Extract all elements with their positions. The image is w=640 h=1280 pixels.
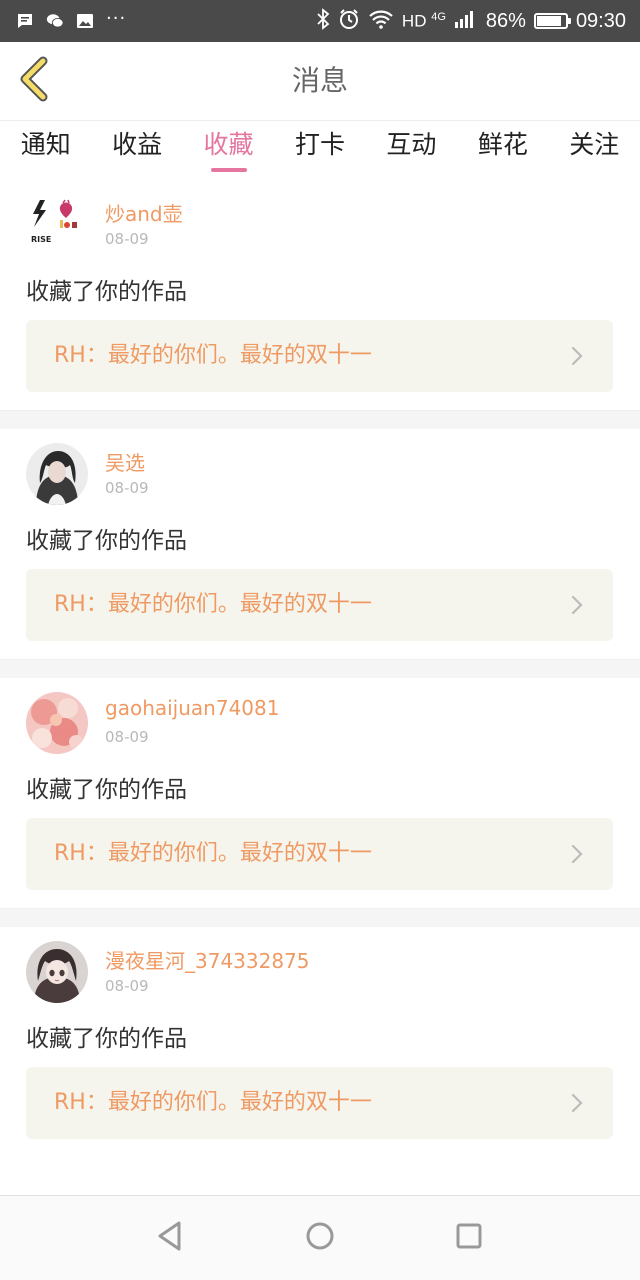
- header: 消息: [0, 42, 640, 121]
- message-date: 08-09: [105, 230, 149, 248]
- avatar[interactable]: RISE: [26, 194, 88, 256]
- work-title: RH：最好的你们。最好的双十一: [54, 592, 372, 617]
- system-navigation-bar: [0, 1195, 640, 1280]
- signal-icon: [454, 9, 478, 34]
- svg-text:RISE: RISE: [31, 235, 51, 244]
- circle-home-icon: [304, 1220, 336, 1256]
- battery-percent: 86%: [485, 9, 526, 32]
- work-link[interactable]: RH：最好的你们。最好的双十一: [26, 320, 613, 392]
- work-link[interactable]: RH：最好的你们。最好的双十一: [26, 569, 613, 641]
- chevron-right-icon: [567, 844, 587, 864]
- chevron-right-icon: [567, 1093, 587, 1113]
- more-notifications-indicator: ···: [106, 7, 127, 29]
- avatar[interactable]: [26, 941, 88, 1003]
- tab-5[interactable]: 鲜花: [457, 121, 548, 175]
- list-item[interactable]: gaohaijuan74081 08-09 收藏了你的作品 RH：最好的你们。最…: [0, 678, 640, 908]
- tab-bar: 通知 收益 收藏 打卡 互动 鲜花 关注: [0, 121, 640, 175]
- work-title: RH：最好的你们。最好的双十一: [54, 1090, 372, 1115]
- chevron-right-icon: [567, 346, 587, 366]
- message-notification-icon: [16, 12, 34, 30]
- triangle-back-icon: [155, 1220, 185, 1256]
- nav-home-button[interactable]: [300, 1218, 340, 1258]
- list-item[interactable]: 漫夜星河_374332875 08-09 收藏了你的作品 RH：最好的你们。最好…: [0, 927, 640, 1157]
- message-date: 08-09: [105, 479, 149, 497]
- wifi-icon: [368, 9, 394, 34]
- alarm-clock-icon: [338, 8, 360, 35]
- avatar[interactable]: [26, 443, 88, 505]
- battery-icon: [533, 13, 571, 29]
- avatar[interactable]: [26, 692, 88, 754]
- list-item[interactable]: RISE 炒and壶 08-09 收藏了你的作品 RH：最好的你们。最好的双十一: [0, 180, 640, 410]
- nav-back-button[interactable]: [150, 1218, 190, 1258]
- status-bar: ··· HD 4G 86% 09:30: [0, 0, 640, 42]
- tab-2[interactable]: 收藏: [183, 121, 274, 175]
- username[interactable]: 漫夜星河_374332875: [105, 945, 310, 974]
- message-date: 08-09: [105, 977, 149, 995]
- square-recent-icon: [454, 1221, 484, 1255]
- action-text: 收藏了你的作品: [26, 279, 187, 305]
- divider: [0, 659, 640, 678]
- tab-0[interactable]: 通知: [0, 121, 91, 175]
- network-type: HD 4G: [401, 10, 446, 31]
- username[interactable]: 炒and壶: [105, 198, 183, 227]
- clock: 09:30: [575, 9, 626, 32]
- chevron-right-icon: [567, 595, 587, 615]
- action-text: 收藏了你的作品: [26, 528, 187, 554]
- work-link[interactable]: RH：最好的你们。最好的双十一: [26, 1067, 613, 1139]
- action-text: 收藏了你的作品: [26, 777, 187, 803]
- wechat-icon: [46, 12, 64, 30]
- work-title: RH：最好的你们。最好的双十一: [54, 343, 372, 368]
- work-title: RH：最好的你们。最好的双十一: [54, 841, 372, 866]
- bluetooth-icon: [316, 7, 330, 35]
- tab-6[interactable]: 关注: [549, 121, 640, 175]
- username[interactable]: gaohaijuan74081: [105, 696, 279, 720]
- divider: [0, 908, 640, 927]
- tab-1[interactable]: 收益: [91, 121, 182, 175]
- tab-3[interactable]: 打卡: [274, 121, 365, 175]
- username[interactable]: 吴选: [105, 447, 145, 476]
- tab-4[interactable]: 互动: [366, 121, 457, 175]
- divider: [0, 410, 640, 429]
- message-date: 08-09: [105, 728, 149, 746]
- list-item[interactable]: 吴选 08-09 收藏了你的作品 RH：最好的你们。最好的双十一: [0, 429, 640, 659]
- work-link[interactable]: RH：最好的你们。最好的双十一: [26, 818, 613, 890]
- image-notification-icon: [76, 12, 94, 30]
- message-list: RISE 炒and壶 08-09 收藏了你的作品 RH：最好的你们。最好的双十一…: [0, 180, 640, 1157]
- page-title: 消息: [291, 64, 348, 97]
- action-text: 收藏了你的作品: [26, 1026, 187, 1052]
- nav-recent-apps-button[interactable]: [449, 1218, 489, 1258]
